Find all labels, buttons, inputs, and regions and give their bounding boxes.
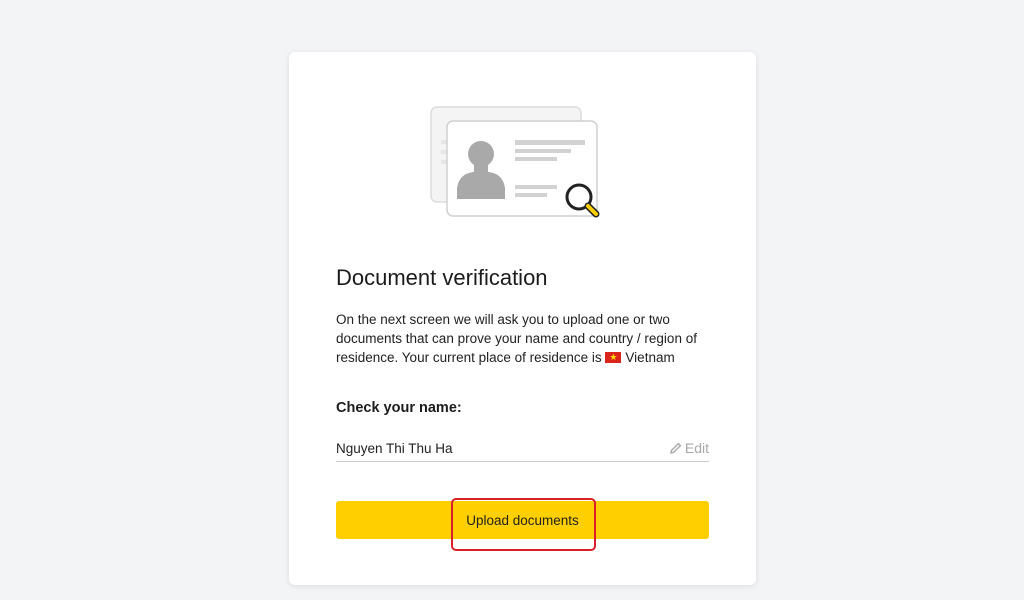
edit-label: Edit [684,440,709,456]
name-field: Nguyen Thi Thu Ha Edit [336,432,709,462]
verification-card: Document verification On the next screen… [289,52,756,585]
check-name-label: Check your name: [336,400,462,416]
description-text: On the next screen we will ask you to up… [336,310,711,367]
id-card-illustration [430,106,600,218]
upload-documents-button[interactable]: Upload documents [336,501,709,539]
name-value: Nguyen Thi Thu Ha [336,441,453,456]
page-title: Document verification [336,265,548,290]
edit-name-button[interactable]: Edit [669,440,709,456]
country-name: Vietnam [625,350,675,365]
pencil-icon [669,442,682,454]
vietnam-flag-icon: ★ [605,352,622,363]
